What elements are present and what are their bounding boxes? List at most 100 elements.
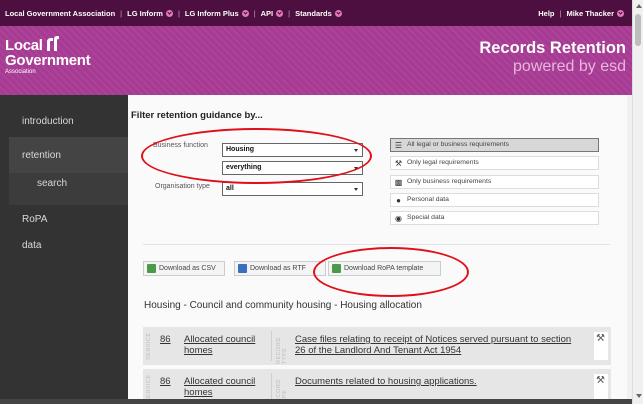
page-subtitle: powered by esd	[513, 58, 626, 75]
nav-lga-label: Local Government Association	[5, 8, 116, 18]
business-function-select[interactable]: Housing	[222, 143, 363, 157]
business-function-value: Housing	[226, 146, 254, 153]
nav-separator: |	[288, 8, 291, 18]
bottom-strip	[0, 399, 632, 404]
sub-function-value: everything	[226, 164, 262, 171]
service-number-link[interactable]: 86	[160, 376, 171, 387]
row-tools: ⚒	[594, 374, 608, 402]
record-type-link[interactable]: Case files relating to receipt of Notice…	[295, 334, 581, 356]
download-csv-label: Download as CSV	[159, 265, 216, 272]
scroll-up-icon[interactable]	[636, 4, 642, 8]
gavel-icon: ⚒	[596, 333, 605, 344]
chevron-down-icon	[617, 9, 624, 17]
spreadsheet-icon	[332, 264, 341, 273]
sidebar-item-search[interactable]: search	[37, 178, 67, 189]
chevron-down-icon	[354, 167, 358, 170]
sub-function-select[interactable]: everything	[222, 161, 363, 175]
nav-separator: |	[120, 8, 123, 18]
nav-api-link[interactable]: API	[261, 9, 284, 18]
nav-lg-inform-label: LG Inform	[127, 8, 163, 18]
table-row[interactable]: SERVICE 86 Allocated council homes RECOR…	[143, 327, 611, 365]
option-business-requirements[interactable]: ▩ Only business requirements	[390, 175, 599, 189]
service-name-link[interactable]: Allocated council homes	[184, 334, 268, 356]
download-rtf-label: Download as RTF	[250, 265, 306, 272]
user-menu[interactable]: Mike Thacker	[566, 9, 624, 18]
organisation-type-value: all	[226, 185, 234, 192]
service-number-link[interactable]: 86	[160, 334, 171, 345]
filter-divider	[143, 244, 610, 245]
nav-lg-inform-plus-link[interactable]: LG Inform Plus	[185, 9, 249, 18]
scrollbar-thumb[interactable]	[635, 14, 641, 46]
logo-line3: Association	[5, 69, 36, 75]
nav-standards-label: Standards	[295, 8, 332, 18]
record-type-side-label: RECORD TYPE	[276, 337, 288, 364]
filter-heading: Filter retention guidance by...	[131, 110, 263, 121]
option-label: All legal or business requirements	[407, 141, 510, 148]
chevron-down-icon	[354, 188, 358, 191]
service-side-label: SERVICE	[146, 374, 152, 402]
download-rtf-button[interactable]: Download as RTF	[234, 261, 326, 276]
nav-lg-inform-plus-label: LG Inform Plus	[184, 8, 239, 18]
chevron-down-icon	[276, 9, 284, 17]
lga-logo-mark-icon	[47, 36, 59, 51]
user-name: Mike Thacker	[566, 8, 614, 18]
download-csv-button[interactable]: Download as CSV	[143, 261, 225, 276]
download-ropa-button[interactable]: Download RoPA template	[328, 261, 441, 276]
sidebar-sub-bg	[9, 173, 128, 205]
option-label: Special data	[407, 214, 445, 221]
nav-right: Help | Mike Thacker	[538, 0, 624, 26]
lga-logo[interactable]: Local Government Association	[5, 36, 91, 76]
option-personal-data[interactable]: ● Personal data	[390, 193, 599, 207]
logo-line2: Government	[5, 52, 91, 69]
sidebar-item-data[interactable]: data	[22, 240, 41, 251]
nav-separator: |	[559, 8, 562, 18]
nav-lga-link[interactable]: Local Government Association	[5, 9, 115, 18]
page-title: Records Retention	[479, 39, 626, 57]
special-icon: ◉	[395, 214, 402, 223]
service-name-link[interactable]: Allocated council homes	[184, 376, 268, 398]
section-title: Housing - Council and community housing …	[144, 300, 422, 311]
spreadsheet-icon	[147, 264, 156, 273]
gavel-icon: ⚒	[596, 375, 605, 386]
sidebar-item-introduction[interactable]: introduction	[22, 116, 74, 127]
option-label: Personal data	[407, 196, 449, 203]
option-special-data[interactable]: ◉ Special data	[390, 211, 599, 225]
sidebar: introduction retention search RoPA data	[0, 95, 128, 404]
nav-lg-inform-link[interactable]: LG Inform	[127, 9, 173, 18]
sidebar-item-ropa[interactable]: RoPA	[22, 214, 47, 225]
record-type-link[interactable]: Documents related to housing application…	[295, 376, 581, 387]
nav-api-label: API	[260, 8, 274, 18]
option-all-requirements[interactable]: ☰ All legal or business requirements	[390, 138, 599, 152]
business-function-label: Business function	[153, 142, 208, 149]
top-nav: Local Government Association | LG Inform…	[0, 0, 632, 26]
page-scrollbar[interactable]	[632, 0, 643, 404]
gavel-icon: ⚒	[394, 159, 403, 168]
sidebar-item-retention[interactable]: retention	[22, 150, 61, 161]
service-side-label: SERVICE	[146, 332, 152, 360]
nav-separator: |	[177, 8, 180, 18]
scroll-down-icon[interactable]	[636, 394, 642, 398]
main-scroll-area: Filter retention guidance by... Business…	[128, 95, 627, 404]
organisation-type-select[interactable]: all	[222, 182, 363, 196]
chevron-down-icon	[354, 149, 358, 152]
briefcase-icon: ▩	[394, 178, 403, 187]
row-divider	[271, 331, 272, 361]
page-title-block: Records Retention powered by esd	[479, 39, 626, 76]
chevron-down-icon	[334, 9, 342, 17]
main-panel: Filter retention guidance by... Business…	[128, 95, 627, 404]
row-tools: ⚒	[594, 332, 608, 360]
nav-separator: |	[253, 8, 256, 18]
site-header: Local Government Association Records Ret…	[0, 26, 632, 95]
download-ropa-label: Download RoPA template	[344, 265, 424, 272]
option-label: Only legal requirements	[407, 159, 479, 166]
nav-standards-link[interactable]: Standards	[295, 9, 342, 18]
chevron-down-icon	[165, 9, 173, 17]
option-label: Only business requirements	[407, 178, 492, 185]
person-icon: ●	[396, 196, 401, 205]
organisation-type-label: Organisation type	[155, 183, 210, 190]
help-link[interactable]: Help	[538, 9, 554, 18]
option-legal-requirements[interactable]: ⚒ Only legal requirements	[390, 156, 599, 170]
document-icon	[238, 264, 247, 273]
list-icon: ☰	[394, 141, 403, 150]
chevron-down-icon	[241, 9, 249, 17]
